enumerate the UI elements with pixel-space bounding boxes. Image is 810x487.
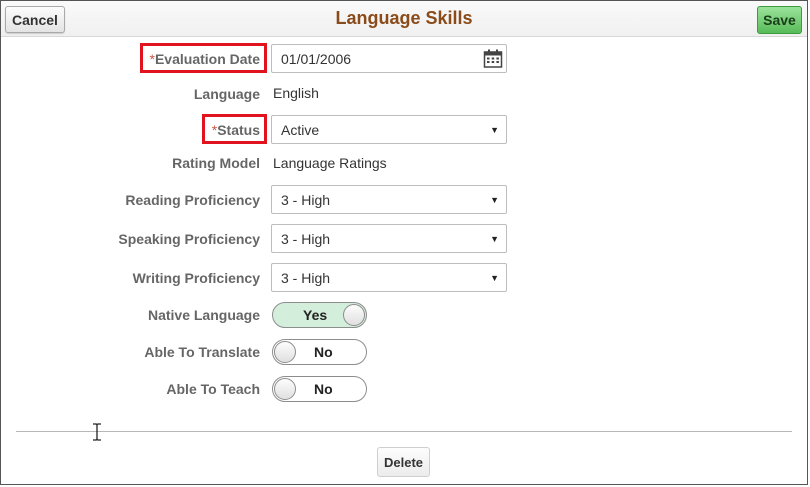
status-select[interactable]: Active ▼: [271, 115, 507, 144]
native-language-label: Native Language: [147, 307, 260, 323]
able-to-teach-toggle[interactable]: No: [272, 376, 367, 402]
writing-proficiency-value: 3 - High: [281, 269, 331, 286]
native-language-toggle-label: Yes: [303, 307, 328, 323]
rating-model-value: Language Ratings: [273, 155, 387, 171]
evaluation-date-field[interactable]: 01/01/2006: [271, 44, 507, 73]
dropdown-arrow-icon: ▼: [490, 273, 499, 283]
dropdown-arrow-icon: ▼: [490, 234, 499, 244]
status-value: Active: [281, 121, 320, 138]
native-language-toggle[interactable]: Yes: [272, 302, 367, 328]
rating-model-label: Rating Model: [172, 155, 260, 171]
calendar-icon[interactable]: [483, 49, 503, 69]
dropdown-arrow-icon: ▼: [490, 125, 499, 135]
delete-button[interactable]: Delete: [377, 447, 430, 477]
page-title: Language Skills: [335, 8, 473, 28]
writing-proficiency-select[interactable]: 3 - High ▼: [271, 263, 507, 292]
header-bar: Cancel Language Skills Save: [1, 1, 807, 37]
evaluation-date-label: *Evaluation Date: [149, 51, 260, 67]
toggle-knob: [274, 378, 296, 400]
able-to-teach-label: Able To Teach: [166, 381, 260, 397]
evaluation-date-value: 01/01/2006: [281, 50, 352, 67]
able-to-translate-toggle-label: No: [314, 344, 333, 360]
able-to-teach-toggle-label: No: [314, 381, 333, 397]
speaking-proficiency-select[interactable]: 3 - High ▼: [271, 224, 507, 253]
able-to-translate-toggle[interactable]: No: [272, 339, 367, 365]
toggle-knob: [274, 341, 296, 363]
reading-proficiency-select[interactable]: 3 - High ▼: [271, 185, 507, 214]
reading-proficiency-label: Reading Proficiency: [125, 192, 260, 208]
speaking-proficiency-value: 3 - High: [281, 230, 331, 247]
speaking-proficiency-label: Speaking Proficiency: [118, 231, 260, 247]
able-to-translate-label: Able To Translate: [144, 344, 260, 360]
footer-divider: [16, 431, 792, 432]
text-cursor-icon: [93, 423, 101, 441]
save-button[interactable]: Save: [757, 6, 802, 34]
language-label: Language: [193, 86, 260, 102]
status-label: *Status: [211, 122, 260, 138]
reading-proficiency-value: 3 - High: [281, 191, 331, 208]
language-value: English: [273, 85, 319, 101]
writing-proficiency-label: Writing Proficiency: [132, 270, 260, 286]
dropdown-arrow-icon: ▼: [490, 195, 499, 205]
toggle-knob: [343, 304, 365, 326]
